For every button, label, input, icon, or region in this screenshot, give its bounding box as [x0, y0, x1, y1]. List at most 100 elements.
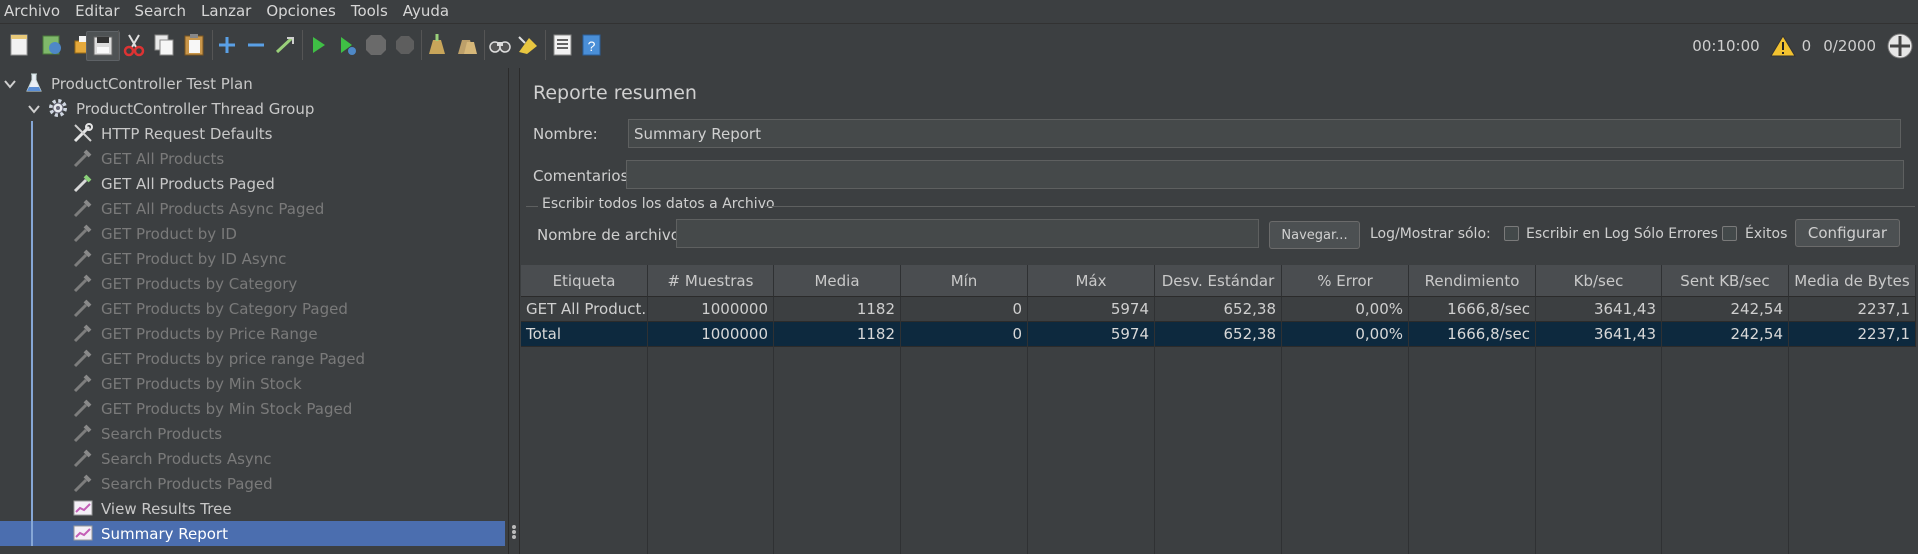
column-header[interactable]: Kb/sec: [1536, 265, 1662, 297]
comments-field[interactable]: [626, 160, 1904, 189]
splitter[interactable]: [509, 68, 520, 554]
comments-label: Comentarios: [533, 167, 629, 185]
menu-editar[interactable]: Editar: [75, 2, 119, 20]
warning-icon[interactable]: [1769, 34, 1796, 58]
tree-item-label: ProductController Thread Group: [76, 99, 315, 118]
tree-item[interactable]: GET Products by Min Stock Paged: [0, 396, 505, 421]
stop-icon[interactable]: [362, 31, 390, 59]
new-icon[interactable]: [5, 31, 33, 59]
column-header[interactable]: Rendimiento: [1409, 265, 1536, 297]
column-header[interactable]: # Muestras: [648, 265, 774, 297]
table-cell: 2237,1: [1789, 322, 1916, 347]
tree-item[interactable]: ProductController Thread Group: [0, 96, 505, 121]
table-cell: 0: [901, 297, 1028, 322]
pipette-icon: [71, 447, 95, 469]
copy-icon[interactable]: [150, 31, 178, 59]
tree-item[interactable]: GET Products by Category Paged: [0, 296, 505, 321]
start-no-pauses-icon[interactable]: [333, 31, 361, 59]
tree-item-label: GET Product by ID Async: [101, 249, 287, 268]
column-divider: [1154, 297, 1155, 554]
name-field[interactable]: [628, 119, 1901, 148]
errors-checkbox[interactable]: [1504, 226, 1519, 241]
templates-icon[interactable]: [38, 31, 66, 59]
tree-item[interactable]: ProductController Test Plan: [0, 71, 505, 96]
success-checkbox[interactable]: [1722, 226, 1737, 241]
tree-item[interactable]: GET All Products Async Paged: [0, 196, 505, 221]
tree-item[interactable]: GET Products by Min Stock: [0, 371, 505, 396]
tree-item-label: GET Products by Category Paged: [101, 299, 348, 318]
table-cell: 652,38: [1155, 297, 1282, 322]
column-header[interactable]: Máx: [1028, 265, 1155, 297]
configure-button[interactable]: Configurar: [1795, 219, 1900, 247]
expand-icon[interactable]: [213, 31, 241, 59]
column-header[interactable]: Media de Bytes: [1789, 265, 1916, 297]
tree-item-label: GET All Products Async Paged: [101, 199, 325, 218]
search-icon[interactable]: [486, 31, 514, 59]
table-row[interactable]: GET All Product... 1000000 1182 0 5974 652,38…: [521, 297, 1916, 322]
remote-engines-icon[interactable]: [1886, 32, 1914, 60]
function-helper-icon[interactable]: [548, 31, 576, 59]
tree-item-label: GET Products by Category: [101, 274, 298, 293]
help-icon[interactable]: ?: [577, 31, 605, 59]
column-header[interactable]: Etiqueta: [521, 265, 648, 297]
table-cell: 0,00%: [1282, 322, 1409, 347]
column-divider: [1535, 297, 1536, 554]
table-cell: 1182: [774, 322, 901, 347]
tree-item[interactable]: GET Products by Price Range: [0, 321, 505, 346]
pipette-icon: [71, 472, 95, 494]
tree-item[interactable]: GET Product by ID Async: [0, 246, 505, 271]
column-divider: [1027, 297, 1028, 554]
menu-tools[interactable]: Tools: [351, 2, 388, 20]
clear-all-icon[interactable]: [453, 31, 481, 59]
tree-item[interactable]: Search Products: [0, 421, 505, 446]
tree-item[interactable]: GET Product by ID: [0, 221, 505, 246]
pipette-icon: [71, 247, 95, 269]
flask-icon: [22, 72, 46, 94]
tree-item[interactable]: Search Products Async: [0, 446, 505, 471]
success-label: Éxitos: [1745, 226, 1788, 242]
tree-item-label: Search Products: [101, 424, 223, 443]
browse-button[interactable]: Navegar...: [1269, 221, 1360, 249]
table-total-row[interactable]: Total 1000000 1182 0 5974 652,38 0,00% 1666,8/s…: [521, 322, 1916, 347]
cut-icon[interactable]: [120, 31, 148, 59]
column-header[interactable]: Media: [774, 265, 901, 297]
column-header[interactable]: Mín: [901, 265, 1028, 297]
reset-search-icon[interactable]: [514, 31, 542, 59]
menu-opciones[interactable]: Opciones: [266, 2, 335, 20]
shutdown-icon[interactable]: [391, 31, 419, 59]
column-header[interactable]: Sent KB/sec: [1662, 265, 1789, 297]
tree-item[interactable]: HTTP Request Defaults: [0, 121, 505, 146]
table-cell: Total: [521, 322, 648, 347]
name-label: Nombre:: [533, 125, 598, 143]
chevron-down-icon[interactable]: [3, 77, 17, 91]
tree-guide-line: [31, 121, 33, 546]
collapse-icon[interactable]: [242, 31, 270, 59]
column-header[interactable]: % Error: [1282, 265, 1409, 297]
pipette-icon: [71, 172, 95, 194]
menu-ayuda[interactable]: Ayuda: [403, 2, 449, 20]
menu-search[interactable]: Search: [135, 2, 187, 20]
tree-item[interactable]: GET All Products Paged: [0, 171, 505, 196]
tree-item-label: HTTP Request Defaults: [101, 124, 273, 143]
tree-item[interactable]: GET All Products: [0, 146, 505, 171]
menu-archivo[interactable]: Archivo: [4, 2, 60, 20]
toggle-icon[interactable]: [271, 31, 299, 59]
paste-icon[interactable]: [180, 31, 208, 59]
chevron-down-icon[interactable]: [27, 102, 41, 116]
save-icon[interactable]: [86, 31, 120, 61]
tree-item[interactable]: Summary Report: [0, 521, 505, 546]
column-header[interactable]: Desv. Estándar: [1155, 265, 1282, 297]
tree-item[interactable]: Search Products Paged: [0, 471, 505, 496]
tree-item[interactable]: View Results Tree: [0, 496, 505, 521]
table-cell: 0: [901, 322, 1028, 347]
menu-bar: Archivo Editar Search Lanzar Opciones To…: [0, 0, 1918, 22]
pipette-icon: [71, 422, 95, 444]
start-icon[interactable]: [304, 31, 332, 59]
tree-item[interactable]: GET Products by Category: [0, 271, 505, 296]
tree-item[interactable]: GET Products by price range Paged: [0, 346, 505, 371]
clear-icon[interactable]: [423, 31, 451, 59]
pipette-icon: [71, 222, 95, 244]
filename-field[interactable]: [676, 219, 1259, 248]
menu-lanzar[interactable]: Lanzar: [201, 2, 251, 20]
test-plan-tree: ProductController Test Plan ProductContro…: [0, 68, 509, 554]
